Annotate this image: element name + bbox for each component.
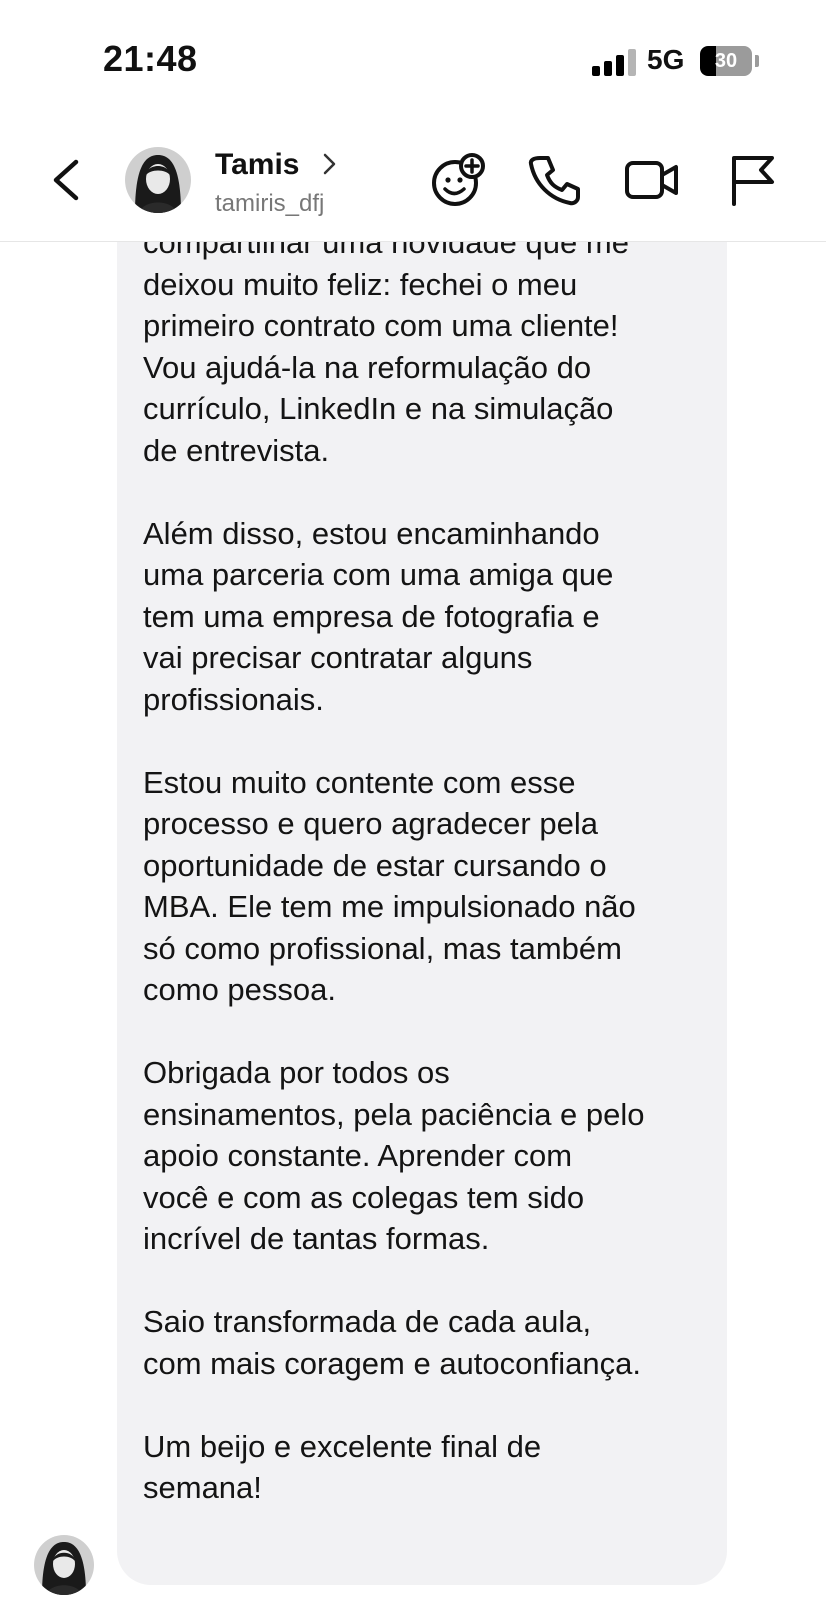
report-button[interactable] [728, 152, 784, 208]
video-call-button[interactable] [624, 152, 680, 208]
contact-avatar[interactable] [125, 147, 191, 213]
back-button[interactable] [44, 150, 88, 210]
back-icon [53, 159, 79, 201]
battery-icon: 30 [700, 46, 752, 76]
chat-thread[interactable]: compartilhar uma novidade que me deixou … [0, 242, 826, 1600]
sticker-add-icon [432, 153, 485, 206]
video-call-icon [625, 161, 678, 199]
flag-icon [732, 156, 774, 206]
message-text: compartilhar uma novidade que me deixou … [143, 242, 645, 1505]
status-bar: 21:48 5G 30 [0, 0, 826, 120]
contact-username[interactable]: tamiris_dfj [215, 190, 324, 218]
cellular-signal-icon [592, 48, 636, 76]
chat-header: Tamis tamiris_dfj [0, 120, 826, 242]
sticker-add-button[interactable] [430, 152, 486, 208]
chevron-right-icon[interactable] [320, 150, 340, 178]
status-time: 21:48 [103, 38, 198, 79]
battery-tip [755, 55, 759, 67]
sender-avatar[interactable] [34, 1535, 94, 1595]
phone-icon [528, 156, 580, 206]
network-type: 5G [647, 44, 685, 75]
call-button[interactable] [526, 152, 582, 208]
battery-percent: 30 [714, 50, 738, 72]
contact-name[interactable]: Tamis [215, 148, 299, 182]
